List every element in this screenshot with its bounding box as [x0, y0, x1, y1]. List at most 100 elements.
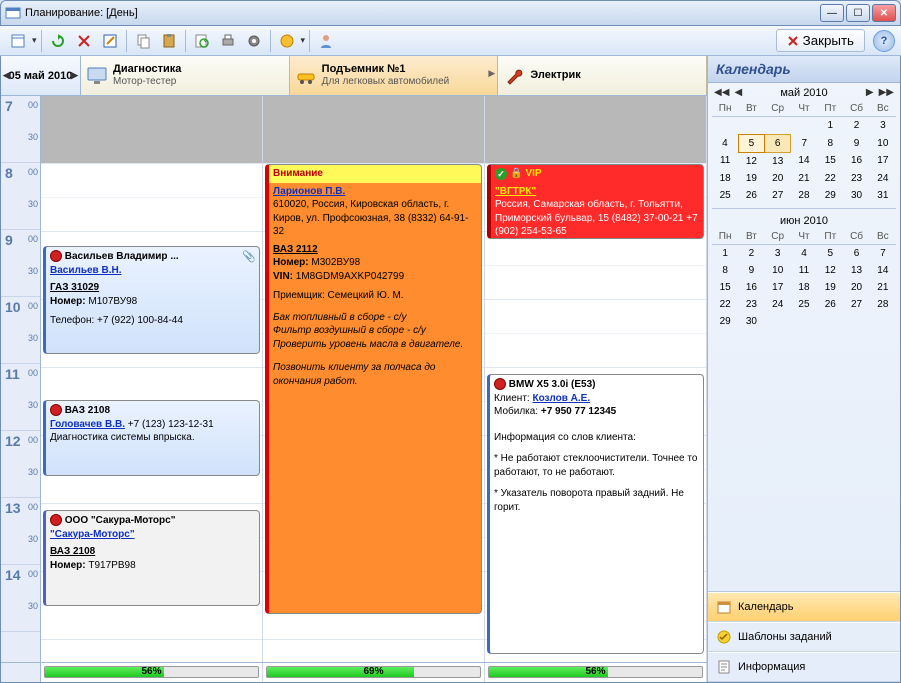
calendar-day[interactable]: 4 — [712, 134, 738, 152]
toolbar-reload-icon[interactable] — [190, 29, 214, 53]
help-button[interactable]: ? — [873, 30, 895, 52]
calendar-day[interactable]: 30 — [843, 187, 869, 204]
calendar-day[interactable]: 27 — [765, 187, 791, 204]
calendar-day[interactable]: 27 — [843, 296, 869, 313]
calendar-day[interactable]: 20 — [765, 170, 791, 187]
calendar-day[interactable]: 20 — [843, 279, 869, 296]
calendar-day[interactable]: 15 — [712, 279, 738, 296]
calendar-day[interactable]: 12 — [817, 262, 843, 279]
appointment[interactable]: ✓🔒 VIP"ВГТРК"Россия, Самарская область, … — [487, 164, 704, 239]
resource-header-2[interactable]: Электрик — [498, 56, 707, 95]
calendar-day[interactable]: 14 — [791, 152, 817, 170]
calendar-day[interactable]: 1 — [712, 244, 738, 262]
panel-tab-1[interactable]: Шаблоны заданий — [708, 622, 900, 652]
calendar-day[interactable]: 16 — [738, 279, 764, 296]
calendar-day[interactable]: 10 — [765, 262, 791, 279]
appointment[interactable]: ВниманиеЛарионов П.В.610020, Россия, Кир… — [265, 164, 482, 614]
toolbar-settings-icon[interactable] — [242, 29, 266, 53]
toolbar-user-icon[interactable] — [314, 29, 338, 53]
calendar-day[interactable]: 25 — [712, 187, 738, 204]
calendar-day[interactable]: 6 — [843, 244, 869, 262]
minimize-button[interactable]: — — [820, 4, 844, 22]
calendar-day[interactable]: 3 — [765, 244, 791, 262]
calendar-day[interactable]: 6 — [765, 134, 791, 152]
toolbar-print-icon[interactable] — [216, 29, 240, 53]
resource-column-0[interactable]: Васильев Владимир ...📎Васильев В.Н.ГАЗ 3… — [41, 96, 263, 662]
calendar-may[interactable]: ПнВтСрЧтПтСбВс12345678910111213141516171… — [712, 101, 896, 204]
calendar-day[interactable]: 11 — [791, 262, 817, 279]
calendar-day[interactable]: 23 — [843, 170, 869, 187]
toolbar-paste-icon[interactable] — [157, 29, 181, 53]
calendar-day[interactable]: 2 — [843, 117, 869, 135]
calendar-day[interactable]: 1 — [817, 117, 843, 135]
calendar-day[interactable]: 28 — [870, 296, 896, 313]
appointment[interactable]: BMW X5 3.0i (E53)Клиент: Козлов А.Е.Моби… — [487, 374, 704, 654]
appointment[interactable]: ВАЗ 2108Головачев В.В. +7 (123) 123-12-3… — [43, 400, 260, 476]
calendar-day[interactable]: 17 — [765, 279, 791, 296]
calendar-day[interactable]: 13 — [765, 152, 791, 170]
calendar-day[interactable]: 29 — [712, 313, 738, 330]
calendar-day[interactable]: 24 — [870, 170, 896, 187]
toolbar-edit-icon[interactable] — [98, 29, 122, 53]
calendar-day[interactable]: 9 — [738, 262, 764, 279]
close-button[interactable]: Закрыть — [776, 29, 865, 52]
calendar-day[interactable]: 22 — [712, 296, 738, 313]
calendar-day[interactable]: 13 — [843, 262, 869, 279]
calendar-day[interactable]: 25 — [791, 296, 817, 313]
toolbar-copy-icon[interactable] — [131, 29, 155, 53]
calendar-day[interactable]: 31 — [870, 187, 896, 204]
calendar-day[interactable]: 2 — [738, 244, 764, 262]
resource-column-1[interactable]: ВниманиеЛарионов П.В.610020, Россия, Кир… — [263, 96, 485, 662]
resource-column-2[interactable]: ✓🔒 VIP"ВГТРК"Россия, Самарская область, … — [485, 96, 707, 662]
window-close-button[interactable]: ✕ — [872, 4, 896, 22]
calendar-day[interactable]: 4 — [791, 244, 817, 262]
calendar-day[interactable]: 24 — [765, 296, 791, 313]
calendar-day[interactable]: 21 — [870, 279, 896, 296]
calendar-day[interactable]: 12 — [738, 152, 764, 170]
toolbar-filter-icon[interactable] — [275, 29, 299, 53]
calendar-day[interactable]: 19 — [817, 279, 843, 296]
calendar-june[interactable]: ПнВтСрЧтПтСбВс12345678910111213141516171… — [712, 229, 896, 330]
cal-last-icon[interactable]: ▶▶ — [879, 87, 894, 99]
toolbar-new-icon[interactable] — [6, 29, 30, 53]
calendar-day[interactable]: 29 — [817, 187, 843, 204]
calendar-day[interactable]: 18 — [712, 170, 738, 187]
resource-header-0[interactable]: ДиагностикаМотор-тестер — [81, 56, 290, 95]
calendar-day[interactable]: 22 — [817, 170, 843, 187]
appointment[interactable]: ООО "Сакура-Моторс""Сакура-Моторс"ВАЗ 21… — [43, 510, 260, 606]
panel-tab-2[interactable]: Информация — [708, 652, 900, 682]
calendar-day[interactable]: 11 — [712, 152, 738, 170]
prev-day-icon[interactable]: ◀ — [3, 70, 10, 81]
calendar-day[interactable]: 5 — [738, 134, 764, 152]
date-header[interactable]: ◀ 05 май 2010 ▶ — [1, 56, 81, 95]
cal-next-icon[interactable]: ▶ — [866, 87, 874, 99]
cal-first-icon[interactable]: ◀◀ — [714, 87, 729, 99]
toolbar-refresh-icon[interactable] — [46, 29, 70, 53]
panel-tab-0[interactable]: Календарь — [708, 592, 900, 622]
calendar-day[interactable]: 26 — [817, 296, 843, 313]
maximize-button[interactable]: ☐ — [846, 4, 870, 22]
calendar-day[interactable]: 30 — [738, 313, 764, 330]
calendar-day[interactable]: 14 — [870, 262, 896, 279]
calendar-day[interactable]: 8 — [817, 134, 843, 152]
calendar-day[interactable]: 28 — [791, 187, 817, 204]
calendar-day[interactable]: 17 — [870, 152, 896, 170]
scroll-right-icon[interactable]: ▶ — [488, 68, 495, 79]
resource-header-1[interactable]: Подъемник №1Для легковых автомобилей ▶ — [290, 56, 499, 95]
next-day-icon[interactable]: ▶ — [71, 70, 78, 81]
calendar-day[interactable]: 16 — [843, 152, 869, 170]
calendar-day[interactable]: 7 — [791, 134, 817, 152]
calendar-day[interactable]: 8 — [712, 262, 738, 279]
appointment[interactable]: Васильев Владимир ...📎Васильев В.Н.ГАЗ 3… — [43, 246, 260, 354]
calendar-day[interactable]: 15 — [817, 152, 843, 170]
calendar-day[interactable]: 19 — [738, 170, 764, 187]
calendar-day[interactable]: 21 — [791, 170, 817, 187]
toolbar-delete-icon[interactable] — [72, 29, 96, 53]
calendar-day[interactable]: 23 — [738, 296, 764, 313]
calendar-day[interactable]: 10 — [870, 134, 896, 152]
calendar-day[interactable]: 18 — [791, 279, 817, 296]
calendar-day[interactable]: 7 — [870, 244, 896, 262]
calendar-day[interactable]: 5 — [817, 244, 843, 262]
cal-prev-icon[interactable]: ◀ — [734, 87, 742, 99]
calendar-day[interactable]: 3 — [870, 117, 896, 135]
